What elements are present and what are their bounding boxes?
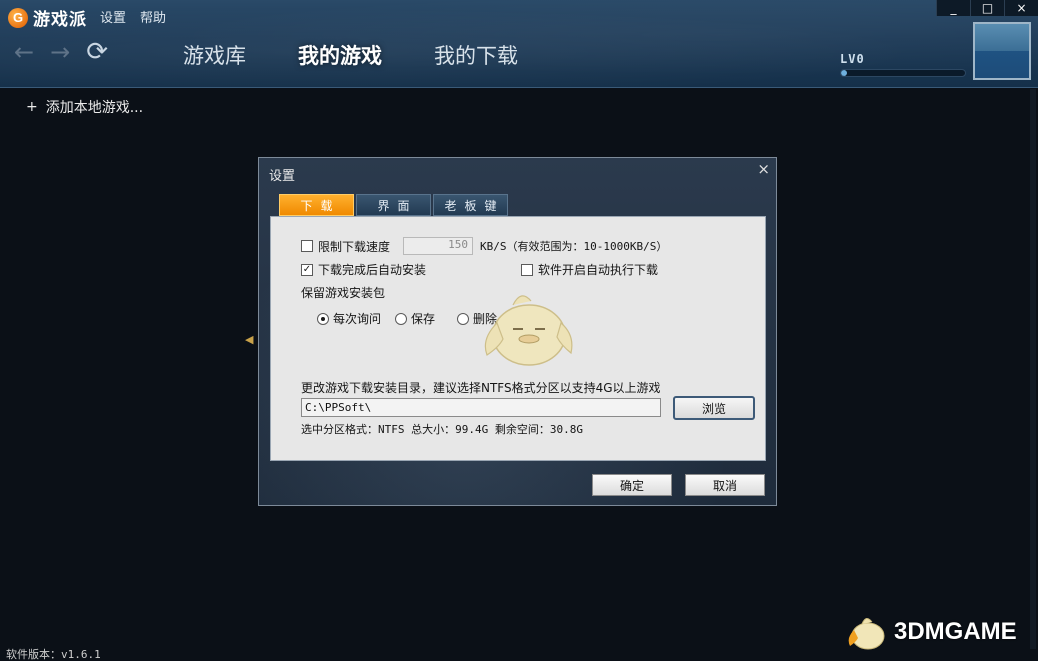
partition-info: 选中分区格式：NTFS 总大小：99.4G 剩余空间：30.8G	[301, 423, 583, 436]
auto-install-checkbox[interactable]: ✓	[301, 263, 313, 276]
menu-help[interactable]: 帮助	[140, 7, 166, 26]
add-local-game-link[interactable]: + 添加本地游戏...	[26, 97, 143, 117]
user-avatar[interactable]	[973, 22, 1031, 80]
add-local-game-label: 添加本地游戏...	[45, 100, 144, 116]
minimize-icon[interactable]: _	[936, 0, 970, 16]
speed-limit-input[interactable]: 150	[403, 237, 474, 255]
app-name: 游戏派	[33, 10, 87, 30]
install-dir-input[interactable]: C:\PPSoft\	[301, 398, 661, 417]
dialog-tabs: 下载 界面 老板键	[279, 194, 508, 216]
logo-icon: G	[8, 7, 28, 28]
back-arrow-icon[interactable]: ←	[14, 40, 34, 64]
keep-package-label-row: 保留游戏安装包	[301, 284, 385, 301]
auto-download-checkbox[interactable]	[521, 263, 533, 276]
user-level: LV0	[840, 52, 865, 66]
limit-speed-label: 限制下载速度	[318, 239, 391, 254]
level-progress-bar	[840, 69, 966, 77]
radio-ask-each-time[interactable]	[317, 312, 329, 325]
dir-label-row: 更改游戏下载安装目录，建议选择NTFS格式分区以支持4G以上游戏	[301, 379, 661, 396]
tab-my-downloads[interactable]: 我的下载	[434, 40, 518, 70]
watermark-text: 3DMGAME	[894, 618, 1017, 645]
dialog-close-icon[interactable]: ×	[757, 160, 770, 178]
limit-speed-checkbox[interactable]	[301, 240, 313, 252]
download-settings-panel: 限制下载速度 150 KB/S（有效范围为：10-1000KB/S） ✓ 下载完…	[270, 216, 766, 461]
version-label: 软件版本：v1.6.1	[6, 648, 101, 661]
cancel-button[interactable]: 取消	[685, 474, 765, 496]
top-menu: 设置 帮助	[100, 7, 166, 26]
keep-package-label: 保留游戏安装包	[301, 286, 386, 300]
ok-button[interactable]: 确定	[592, 474, 672, 496]
radio-save[interactable]	[395, 312, 408, 325]
tab-boss-key[interactable]: 老板键	[433, 194, 508, 216]
window-controls: _ □ ×	[936, 0, 1038, 16]
tab-game-library[interactable]: 游戏库	[183, 40, 246, 70]
collapse-arrow-icon[interactable]: ◀	[245, 333, 253, 346]
tab-download[interactable]: 下载	[279, 194, 354, 216]
menu-settings[interactable]: 设置	[100, 7, 126, 26]
mascot-watermark	[484, 295, 573, 366]
level-progress-fill	[841, 70, 847, 76]
auto-install-label: 下载完成后自动安装	[318, 263, 427, 277]
main-tabs: 游戏库 我的游戏 我的下载	[183, 40, 518, 70]
auto-install-row: ✓ 下载完成后自动安装	[301, 261, 426, 278]
settings-dialog: 设置 × 下载 界面 老板键 限制下载速度 150 KB/S（有效范围为：10-…	[258, 157, 777, 506]
tab-my-games[interactable]: 我的游戏	[298, 40, 382, 70]
dialog-title: 设置	[269, 169, 296, 184]
plus-icon: +	[26, 99, 38, 115]
title-bar: G 游戏派 设置 帮助 _ □ × ← → ⟳ 游戏库 我的游戏 我的下载 LV…	[0, 0, 1038, 88]
refresh-icon[interactable]: ⟳	[86, 39, 108, 65]
site-watermark: 3DMGAME	[846, 612, 1017, 652]
radio-save-label: 保存	[411, 312, 436, 326]
partition-info-row: 选中分区格式：NTFS 总大小：99.4G 剩余空间：30.8G	[301, 421, 583, 437]
watermark-mascot-icon	[848, 618, 885, 650]
maximize-icon[interactable]: □	[970, 0, 1004, 16]
close-icon[interactable]: ×	[1004, 0, 1038, 16]
browse-button[interactable]: 浏览	[673, 396, 755, 420]
speed-unit-note: KB/S（有效范围为：10-1000KB/S）	[480, 240, 668, 253]
nav-icons: ← → ⟳	[14, 39, 108, 65]
scrollbar[interactable]	[1030, 89, 1036, 649]
auto-download-label: 软件开启自动执行下载	[538, 263, 659, 277]
dir-label: 更改游戏下载安装目录，建议选择NTFS格式分区以支持4G以上游戏	[301, 381, 661, 395]
app-logo: G 游戏派	[8, 5, 87, 30]
tab-interface[interactable]: 界面	[356, 194, 431, 216]
auto-download-row: 软件开启自动执行下载	[521, 261, 658, 278]
limit-speed-row: 限制下载速度 150 KB/S（有效范围为：10-1000KB/S）	[301, 237, 667, 255]
forward-arrow-icon[interactable]: →	[50, 40, 70, 64]
keep-package-options: 每次询问 保存 删除	[317, 310, 497, 327]
radio-ask-label: 每次询问	[333, 312, 382, 326]
radio-delete[interactable]	[457, 312, 470, 325]
